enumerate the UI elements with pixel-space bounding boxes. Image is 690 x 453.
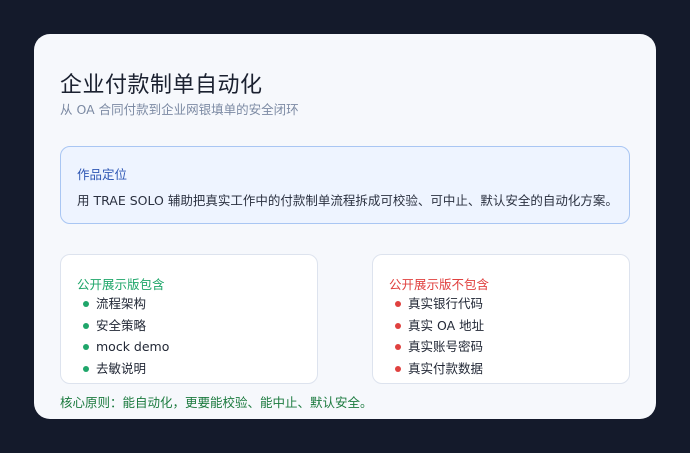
slide-card: 企业付款制单自动化 从 OA 合同付款到企业网银填单的安全闭环 作品定位 用 T…: [34, 34, 656, 419]
list-item: 安全策略: [83, 315, 169, 337]
core-principle: 核心原则：能自动化，更要能校验、能中止、默认安全。: [60, 395, 373, 410]
list-item: 真实银行代码: [395, 293, 484, 315]
list-item: mock demo: [83, 336, 169, 358]
included-box: 公开展示版包含 流程架构 安全策略 mock demo 去敏说明: [60, 254, 318, 384]
bullet-dot-icon: [83, 301, 89, 307]
bullet-dot-icon: [83, 344, 89, 350]
list-item-label: 去敏说明: [96, 360, 147, 376]
list-item: 去敏说明: [83, 358, 169, 380]
list-item: 真实付款数据: [395, 358, 484, 380]
excluded-list: 真实银行代码 真实 OA 地址 真实账号密码 真实付款数据: [395, 293, 484, 379]
bullet-dot-icon: [395, 322, 401, 329]
bullet-dot-icon: [83, 322, 89, 329]
included-list: 流程架构 安全策略 mock demo 去敏说明: [83, 293, 169, 379]
list-item-label: 真实账号密码: [408, 339, 484, 354]
list-item: 真实账号密码: [395, 336, 484, 358]
list-item-label: 真实 OA 地址: [408, 317, 485, 333]
positioning-description: 用 TRAE SOLO 辅助把真实工作中的付款制单流程拆成可校验、可中止、默认安…: [77, 193, 618, 208]
list-item-label: 流程架构: [96, 296, 147, 311]
bullet-dot-icon: [395, 301, 401, 307]
list-item-label: 真实付款数据: [408, 360, 484, 376]
list-item-label: mock demo: [96, 339, 170, 354]
list-item: 流程架构: [83, 293, 169, 315]
excluded-title: 公开展示版不包含: [389, 277, 490, 292]
list-item-label: 真实银行代码: [408, 296, 484, 311]
included-title: 公开展示版包含: [77, 277, 165, 292]
list-item-label: 安全策略: [96, 317, 147, 333]
positioning-heading: 作品定位: [77, 167, 128, 182]
positioning-box: 作品定位 用 TRAE SOLO 辅助把真实工作中的付款制单流程拆成可校验、可中…: [60, 146, 630, 224]
excluded-box: 公开展示版不包含 真实银行代码 真实 OA 地址 真实账号密码 真实付款数据: [372, 254, 630, 384]
bullet-dot-icon: [83, 365, 89, 372]
slide-title: 企业付款制单自动化: [60, 73, 263, 98]
slide-subtitle: 从 OA 合同付款到企业网银填单的安全闭环: [60, 102, 299, 117]
bullet-dot-icon: [395, 365, 401, 372]
bullet-dot-icon: [395, 344, 401, 350]
list-item: 真实 OA 地址: [395, 315, 484, 337]
